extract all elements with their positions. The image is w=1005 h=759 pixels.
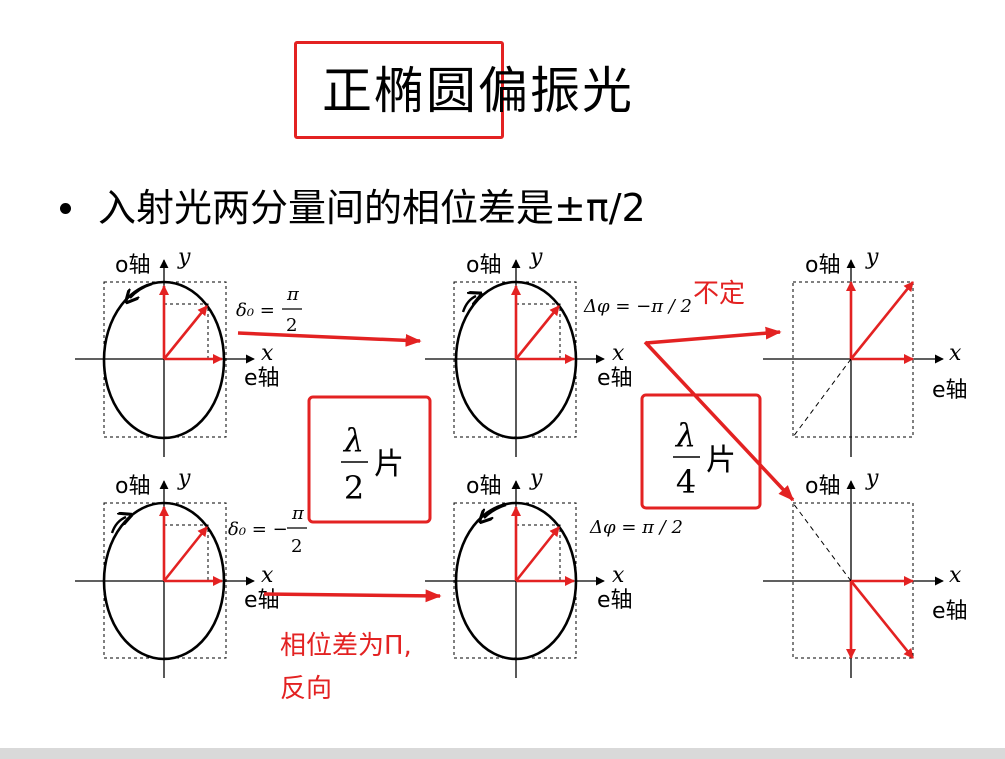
- formula-dphi-top: Δφ = −π / 2: [583, 296, 692, 317]
- formula-dphi-bottom: Δφ = π / 2: [589, 517, 683, 538]
- formula-prefix: δ₀ = −: [228, 519, 288, 540]
- resultant-arrow: [514, 305, 561, 360]
- arrow-quarter-wave-top: [645, 326, 782, 345]
- polarization-diagram: o轴 y x e轴 o轴 y x e轴 o轴 y x e轴 o轴 y x e轴 …: [75, 245, 968, 704]
- y-label: y: [865, 245, 879, 270]
- formula-denominator: 2: [291, 536, 302, 557]
- quarter-wave-plate-box: [640, 393, 762, 510]
- x-label: x: [261, 563, 274, 588]
- resultant-arrow: [162, 526, 209, 582]
- resultant-arrow: [849, 281, 915, 360]
- arrow-half-wave-top: [237, 331, 422, 347]
- plate-denominator: 2: [344, 469, 364, 507]
- dashed-diagonal: [792, 358, 852, 438]
- diagram-bottom-left: o轴 y x e轴: [75, 466, 280, 678]
- y-label: y: [177, 245, 191, 270]
- x-label: x: [261, 341, 274, 366]
- y-label: y: [529, 245, 543, 270]
- o-axis-label: o轴: [115, 253, 150, 278]
- formula-delta-bottom: δ₀ = − π 2: [228, 503, 307, 557]
- plate-numerator: λ: [674, 416, 696, 454]
- quarter-wave-plate-label: λ 4 片: [640, 393, 762, 510]
- e-axis-label: e轴: [597, 366, 633, 391]
- x-label: x: [612, 341, 625, 366]
- x-label: x: [949, 341, 962, 366]
- e-axis-label: e轴: [932, 378, 968, 403]
- annotation-phase-note-2: 反向: [280, 674, 332, 704]
- resultant-arrow: [514, 526, 561, 582]
- rotation-arrow-ccw: [130, 282, 153, 298]
- diagram-top-right: o轴 y x e轴: [763, 245, 968, 457]
- o-axis-label: o轴: [466, 474, 501, 499]
- o-axis-label: o轴: [805, 253, 840, 278]
- y-label: y: [865, 466, 879, 491]
- plate-numerator: λ: [342, 421, 364, 459]
- formula-numerator: π: [291, 503, 305, 524]
- diagram-top-middle: o轴 y x e轴: [425, 245, 633, 457]
- slide: 正椭圆偏振光 入射光两分量间的相位差是±π/2 o轴 y x e轴 o轴 y x…: [0, 0, 1005, 748]
- dashed-diagonal: [792, 502, 852, 582]
- e-axis-label: e轴: [244, 366, 280, 391]
- half-wave-plate-box: [307, 395, 432, 524]
- plate-denominator: 4: [676, 463, 696, 501]
- resultant-arrow: [849, 580, 915, 659]
- bottom-bar: [0, 748, 1005, 759]
- half-wave-plate-label: λ 2 片: [307, 395, 432, 524]
- plate-suffix: 片: [374, 447, 404, 482]
- diagram-bottom-right: o轴 y x e轴: [763, 466, 968, 678]
- resultant-arrow: [162, 305, 209, 360]
- y-label: y: [529, 466, 543, 491]
- y-label: y: [177, 466, 191, 491]
- o-axis-label: o轴: [466, 253, 501, 278]
- annotation-uncertain: 不定: [693, 279, 745, 309]
- formula-prefix: δ₀ =: [236, 300, 275, 321]
- diagram-top-left: o轴 y x e轴: [75, 245, 280, 457]
- o-axis-label: o轴: [805, 474, 840, 499]
- formula-numerator: π: [286, 284, 300, 305]
- arrow-half-wave-bottom: [263, 589, 442, 603]
- e-axis-label: e轴: [932, 599, 968, 624]
- diagram-bottom-middle: o轴 y x e轴: [425, 466, 633, 678]
- o-axis-label: o轴: [115, 474, 150, 499]
- x-label: x: [949, 563, 962, 588]
- e-axis-label: e轴: [597, 588, 633, 613]
- e-axis-label: e轴: [244, 588, 280, 613]
- x-label: x: [612, 563, 625, 588]
- annotation-phase-note-1: 相位差为Π,: [280, 631, 412, 661]
- plate-suffix: 片: [706, 443, 736, 478]
- formula-denominator: 2: [286, 315, 297, 336]
- formula-delta-top: δ₀ = π 2: [236, 284, 302, 336]
